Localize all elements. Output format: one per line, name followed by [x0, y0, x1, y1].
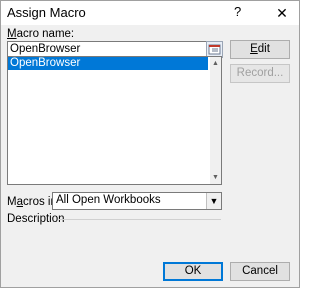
chevron-down-icon[interactable]: ▼	[206, 193, 221, 209]
description-label: Description	[7, 213, 65, 225]
close-icon[interactable]: ✕	[265, 1, 299, 25]
description-divider	[59, 219, 221, 220]
scroll-up-icon[interactable]: ▲	[211, 59, 220, 68]
list-scrollbar[interactable]: ▲ ▼	[210, 57, 221, 184]
macro-name-label: Macro name:	[7, 28, 75, 40]
title-bar: Assign Macro ? ✕	[1, 1, 299, 25]
ok-button[interactable]: OK	[163, 262, 223, 281]
record-button[interactable]: Record...	[230, 64, 290, 83]
assign-macro-dialog: Assign Macro ? ✕ Macro name: OpenBrowser…	[0, 0, 300, 288]
macros-in-select[interactable]: All Open Workbooks ▼	[52, 192, 222, 210]
list-item[interactable]: OpenBrowser	[8, 57, 208, 70]
edit-button[interactable]: Edit	[230, 40, 290, 59]
cancel-button[interactable]: Cancel	[230, 262, 290, 281]
dialog-title: Assign Macro	[7, 5, 86, 20]
help-button[interactable]: ?	[234, 4, 241, 19]
scroll-down-icon[interactable]: ▼	[211, 173, 220, 182]
macro-list[interactable]: OpenBrowser ▲ ▼	[7, 56, 222, 185]
macros-in-value: All Open Workbooks	[56, 194, 161, 206]
